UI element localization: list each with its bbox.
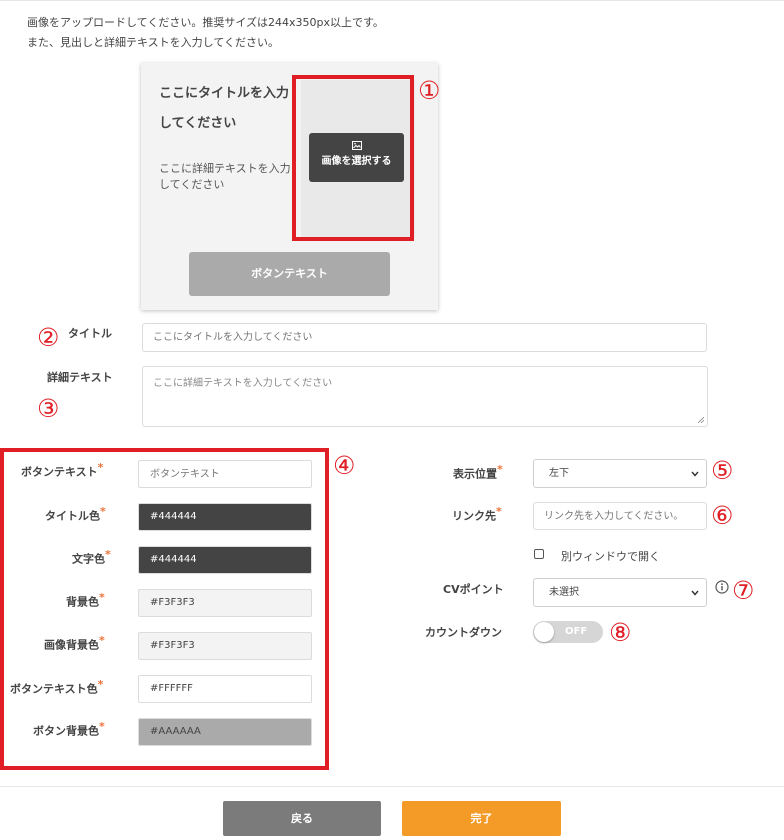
title-input[interactable] — [142, 323, 707, 352]
countdown-label: カウントダウン — [425, 626, 502, 639]
intro-line-2: また、見出しと詳細テキストを入力してください。 — [27, 36, 280, 49]
annotation-number-7: ⑦ — [732, 576, 755, 605]
new-window-checkbox[interactable] — [534, 549, 544, 559]
preview-detail: ここに詳細テキストを入力してください — [159, 162, 291, 191]
button-text-input[interactable] — [138, 460, 312, 488]
annotation-number-2: ② — [37, 323, 60, 352]
required-mark: * — [97, 678, 104, 691]
detail-placeholder: ここに詳細テキストを入力してください — [153, 378, 333, 389]
new-window-label: 別ウィンドウで開く — [561, 550, 660, 563]
position-select[interactable]: 左下 — [533, 459, 707, 488]
annotation-number-1: ① — [418, 76, 441, 105]
preview-title: ここにタイトルを入力してください — [159, 86, 290, 131]
background-color-input[interactable]: #F3F3F3 — [138, 589, 312, 617]
title-color-input[interactable]: #444444 — [138, 503, 312, 531]
required-mark: * — [105, 548, 111, 561]
required-mark: * — [496, 505, 502, 518]
back-button[interactable]: 戻る — [223, 801, 381, 836]
footer-divider — [0, 786, 784, 787]
preview-button[interactable]: ボタンテキスト — [189, 252, 390, 296]
text-color-input[interactable]: #444444 — [138, 546, 312, 574]
intro-line-1: 画像をアップロードしてください。推奨サイズは244x350px以上です。 — [27, 16, 384, 29]
required-mark: * — [97, 461, 104, 474]
button-text-color-label: ボタンテキスト色* — [10, 678, 104, 696]
toggle-state: OFF — [565, 626, 588, 637]
required-mark: * — [99, 720, 105, 733]
link-input[interactable] — [533, 502, 707, 530]
chevron-down-icon — [691, 471, 699, 477]
chevron-down-icon — [691, 590, 699, 596]
button-background-color-label: ボタン背景色* — [33, 720, 105, 738]
countdown-toggle[interactable]: OFF — [533, 621, 603, 643]
button-text-color-input[interactable]: #FFFFFF — [138, 675, 312, 703]
required-mark: * — [100, 505, 106, 518]
annotation-number-5: ⑤ — [711, 456, 734, 485]
annotation-number-3: ③ — [37, 394, 60, 423]
info-icon[interactable] — [715, 580, 729, 594]
cv-point-select[interactable]: 未選択 — [533, 578, 707, 607]
position-select-value: 左下 — [549, 468, 569, 479]
detail-textarea[interactable]: ここに詳細テキストを入力してください — [142, 366, 708, 427]
title-label: タイトル — [68, 327, 112, 340]
background-color-label: 背景色* — [66, 591, 105, 609]
required-mark: * — [99, 634, 105, 647]
resize-handle-icon[interactable] — [698, 417, 704, 423]
image-background-color-input[interactable]: #F3F3F3 — [138, 632, 312, 660]
annotation-number-6: ⑥ — [711, 501, 734, 530]
button-background-color-input[interactable]: #AAAAAA — [138, 718, 312, 746]
title-color-label: タイトル色* — [45, 505, 106, 523]
cv-point-label: CVポイント — [443, 583, 504, 596]
link-label: リンク先* — [452, 505, 502, 523]
annotation-number-8: ⑧ — [609, 618, 632, 647]
button-text-label: ボタンテキスト* — [21, 461, 104, 479]
text-color-label: 文字色* — [72, 548, 111, 566]
annotation-number-4: ④ — [333, 451, 356, 480]
required-mark: * — [99, 591, 105, 604]
image-background-color-label: 画像背景色* — [44, 634, 105, 652]
annotation-box-1 — [292, 75, 414, 241]
done-button[interactable]: 完了 — [402, 801, 561, 836]
detail-label: 詳細テキスト — [47, 371, 113, 384]
top-divider — [0, 0, 784, 1]
position-label: 表示位置* — [453, 463, 503, 481]
toggle-knob — [534, 622, 554, 642]
required-mark: * — [497, 463, 503, 476]
cv-point-select-value: 未選択 — [549, 587, 579, 598]
